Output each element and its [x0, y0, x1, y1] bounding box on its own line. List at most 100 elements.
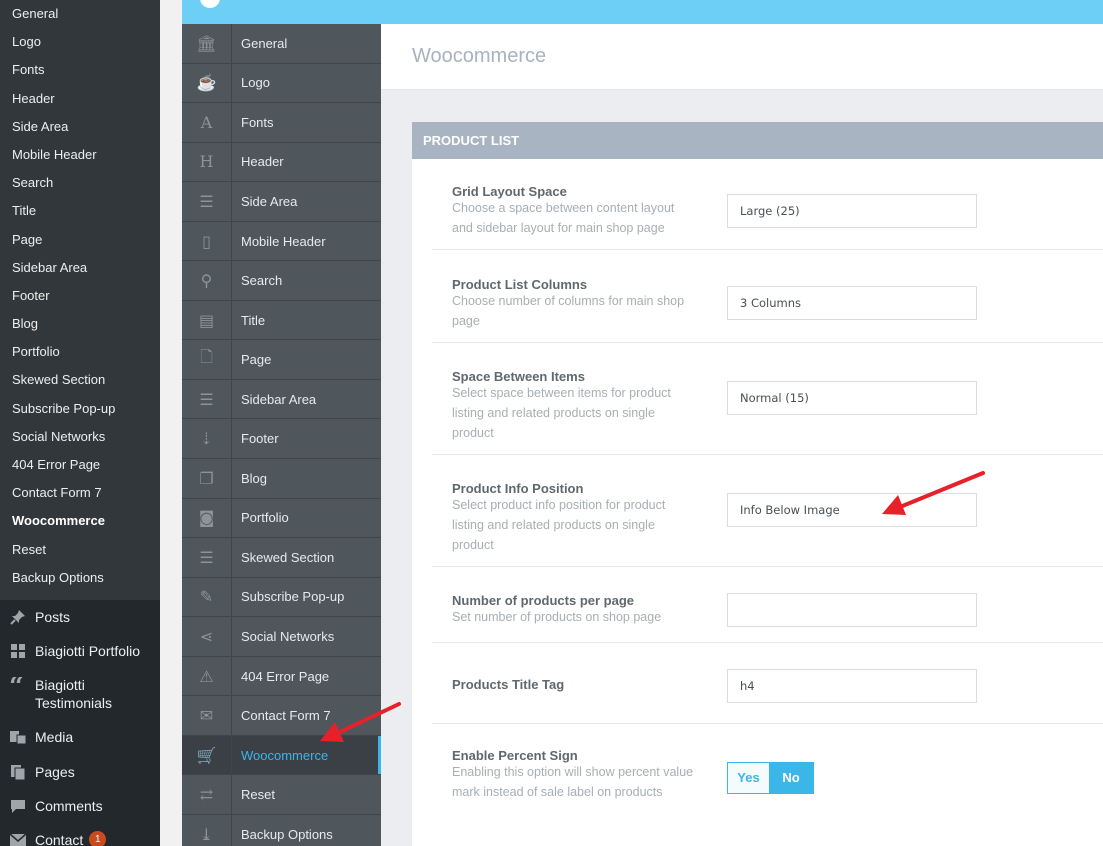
nav-item-skewed-section[interactable]: ☰ Skewed Section: [182, 538, 381, 578]
nav-item-mobile-header[interactable]: ▯ Mobile Header: [182, 221, 381, 262]
percent-sign-toggle[interactable]: Yes No: [727, 762, 814, 794]
product-list-columns-field[interactable]: 3 Columns: [727, 286, 977, 320]
wp-menu-posts[interactable]: Posts: [0, 608, 155, 626]
section-title: PRODUCT LIST: [412, 122, 1103, 159]
submenu-item-404-error-page[interactable]: 404 Error Page: [0, 451, 160, 479]
wp-menu-label: Comments: [35, 798, 103, 814]
wp-menu-biagiotti-testimonials[interactable]: “ Biagiotti Testimonials: [0, 676, 155, 712]
nav-item-label: Fonts: [241, 114, 274, 130]
wp-menu-label: Pages: [35, 764, 75, 780]
submenu-item-mobile-header[interactable]: Mobile Header: [0, 141, 160, 169]
search-icon: ⚲: [182, 261, 232, 300]
option-description: Set number of products on shop page: [452, 610, 662, 624]
toggle-yes-button[interactable]: Yes: [728, 763, 769, 793]
indent-icon: ☰: [182, 379, 232, 419]
option-title: Enable Percent Sign: [452, 748, 578, 763]
wp-menu-contact[interactable]: Contact 1: [0, 831, 107, 846]
nav-item-subscribe-pop-up[interactable]: ✎ Subscribe Pop-up: [182, 577, 381, 618]
submenu-item-subscribe-pop-up[interactable]: Subscribe Pop-up: [0, 395, 160, 423]
download-icon: ⤓: [182, 814, 232, 846]
submenu-item-skewed-section[interactable]: Skewed Section: [0, 366, 160, 394]
nav-item-fonts[interactable]: A Fonts: [182, 103, 381, 143]
nav-item-404-error-page[interactable]: ⚠ 404 Error Page: [182, 656, 381, 697]
submenu-item-search[interactable]: Search: [0, 169, 160, 197]
nav-item-header[interactable]: H Header: [182, 142, 381, 183]
option-title: Products Title Tag: [452, 677, 565, 692]
font-icon: A: [182, 103, 232, 142]
wp-menu-biagiotti-portfolio[interactable]: Biagiotti Portfolio: [0, 642, 155, 660]
file-icon: 🗋: [182, 340, 232, 379]
options-content: Woocommerce PRODUCT LIST Grid Layout Spa…: [381, 24, 1103, 846]
mail-icon: [9, 831, 27, 846]
products-title-tag-field[interactable]: h4: [727, 669, 977, 703]
grid-layout-space-field[interactable]: Large (25): [727, 194, 977, 228]
nav-item-page[interactable]: 🗋 Page: [182, 340, 381, 380]
nav-item-logo[interactable]: ☕ Logo: [182, 63, 381, 104]
space-between-items-field[interactable]: Normal (15): [727, 381, 977, 415]
nav-item-sidebar-area[interactable]: ☰ Sidebar Area: [182, 379, 381, 420]
nav-item-footer[interactable]: ⇣ Footer: [182, 419, 381, 460]
nav-item-label: Sidebar Area: [241, 391, 317, 407]
toggle-no-button[interactable]: No: [769, 763, 813, 793]
submenu-item-contact-form-7[interactable]: Contact Form 7: [0, 479, 160, 507]
envelope-icon: ✉: [182, 696, 232, 735]
submenu-item-sidebar-area[interactable]: Sidebar Area: [0, 254, 160, 282]
option-row-number-of-products-per-page: Number of products per page Set number of…: [432, 567, 1103, 643]
page-header: Woocommerce: [381, 24, 1103, 90]
option-description: Enabling this option will show percent v…: [452, 765, 694, 799]
wp-menu-pages[interactable]: Pages: [0, 763, 155, 781]
submenu-item-header[interactable]: Header: [0, 85, 160, 113]
option-description: Select product info position for product…: [452, 498, 666, 552]
wp-menu-media[interactable]: Media: [0, 728, 155, 746]
wp-menu-comments[interactable]: Comments: [0, 797, 155, 815]
nav-item-social-networks[interactable]: ⋖ Social Networks: [182, 617, 381, 657]
submenu-item-footer[interactable]: Footer: [0, 282, 160, 310]
nav-item-contact-form-7[interactable]: ✉ Contact Form 7: [182, 696, 381, 736]
options-navigation: 🏛 General ☕ Logo A Fonts H Header ☰ Side Area ▯ Mob…: [182, 24, 381, 846]
quote-icon: “: [9, 676, 27, 694]
nav-item-label: Header: [241, 154, 284, 170]
edit-icon: ✎: [182, 577, 232, 617]
submenu-item-backup-options[interactable]: Backup Options: [0, 564, 160, 592]
nav-item-label: Search: [241, 273, 283, 289]
submenu-item-fonts[interactable]: Fonts: [0, 56, 160, 84]
option-title: Number of products per page: [452, 593, 635, 608]
option-description: Choose number of columns for main shop p…: [452, 294, 685, 328]
nav-item-label: Blog: [241, 470, 268, 486]
nav-item-general[interactable]: 🏛 General: [182, 24, 381, 64]
wp-admin-sidebar: General Logo Fonts Header Side Area Mobile He…: [0, 0, 160, 846]
camera-icon: ◙: [182, 498, 232, 538]
nav-item-backup-options[interactable]: ⤓ Backup Options: [182, 814, 381, 846]
nav-item-side-area[interactable]: ☰ Side Area: [182, 182, 381, 222]
option-title: Grid Layout Space: [452, 184, 567, 199]
submenu-item-blog[interactable]: Blog: [0, 310, 160, 338]
submenu-item-title[interactable]: Title: [0, 197, 160, 225]
nav-item-label: Subscribe Pop-up: [241, 589, 345, 605]
submenu-item-page[interactable]: Page: [0, 226, 160, 254]
warning-icon: ⚠: [182, 656, 232, 696]
submenu-item-logo[interactable]: Logo: [0, 28, 160, 56]
submenu-item-general[interactable]: General: [0, 0, 160, 28]
nav-item-label: 404 Error Page: [241, 668, 330, 684]
nav-item-blog[interactable]: ❐ Blog: [182, 459, 381, 499]
number-of-products-per-page-field[interactable]: [727, 593, 977, 627]
options-top-bar: [182, 0, 1103, 24]
sidebar-gap: [160, 0, 182, 846]
nav-item-label: Woocommerce: [241, 747, 329, 763]
nav-item-portfolio[interactable]: ◙ Portfolio: [182, 498, 381, 539]
nav-item-reset[interactable]: ⇄ Reset: [182, 775, 381, 815]
submenu-item-woocommerce[interactable]: Woocommerce: [0, 507, 160, 535]
nav-item-title[interactable]: ▤ Title: [182, 300, 381, 341]
nav-item-search[interactable]: ⚲ Search: [182, 261, 381, 301]
submenu-item-side-area[interactable]: Side Area: [0, 113, 160, 141]
product-info-position-field[interactable]: Info Below Image: [727, 493, 977, 527]
nav-item-label: Reset: [241, 787, 275, 803]
submenu-item-reset[interactable]: Reset: [0, 536, 160, 564]
window-icon: ▤: [182, 300, 232, 340]
submenu-item-social-networks[interactable]: Social Networks: [0, 423, 160, 451]
submenu-item-portfolio[interactable]: Portfolio: [0, 338, 160, 366]
nav-item-label: Title: [241, 312, 266, 328]
nav-item-label: Skewed Section: [241, 549, 335, 565]
nav-item-woocommerce[interactable]: 🛒 Woocommerce: [182, 735, 381, 776]
nav-item-label: Page: [241, 352, 272, 368]
